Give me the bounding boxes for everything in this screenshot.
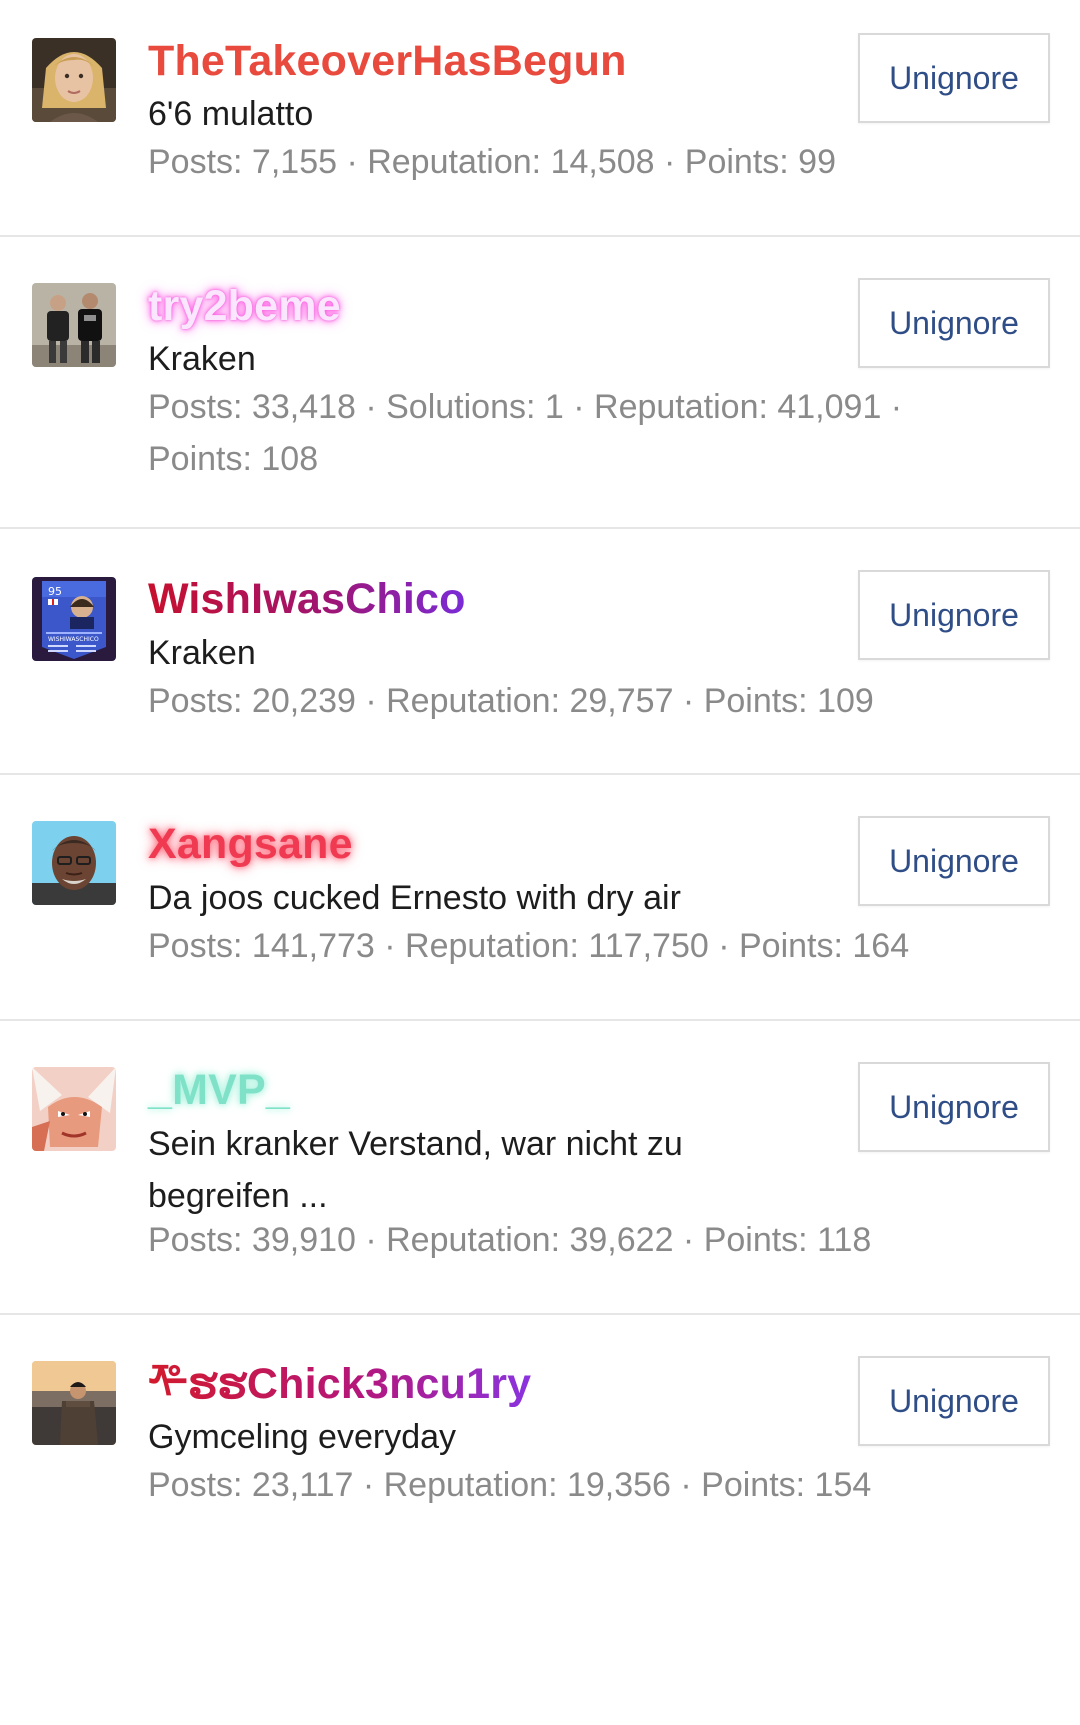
username-link[interactable]: WishIwasChico	[148, 574, 466, 624]
username-link[interactable]: TheTakeoverHasBegun	[148, 36, 627, 86]
user-title: Kraken	[148, 634, 256, 672]
svg-text:95: 95	[48, 585, 62, 598]
avatar[interactable]	[32, 283, 116, 367]
svg-text:WISHIWASCHICO: WISHIWASCHICO	[48, 636, 99, 643]
user-stats: Posts: 23,117 · Reputation: 19,356 · Poi…	[148, 1466, 872, 1504]
user-stats-line: Posts: 33,418 · Solutions: 1 · Reputatio…	[148, 388, 903, 426]
user-stats-line: Points: 108	[148, 440, 319, 478]
unignore-button[interactable]: Unignore	[858, 278, 1050, 368]
avatar-fifa-card-icon: 95 WISHIWASCHICO	[32, 577, 116, 661]
avatar[interactable]	[32, 821, 116, 905]
user-title: Da joos cucked Ernesto with dry air	[148, 879, 681, 917]
avatar[interactable]	[32, 38, 116, 122]
list-item: TheTakeoverHasBegun 6'6 mulatto Posts: 7…	[0, 0, 1080, 237]
user-title: 6'6 mulatto	[148, 95, 314, 133]
user-stats: Posts: 7,155 · Reputation: 14,508 · Poin…	[148, 143, 836, 181]
avatar-older-man-icon	[32, 821, 116, 905]
user-stats: Posts: 33,418 · Solutions: 1 · Reputatio…	[148, 381, 978, 485]
list-item: _MVP_ Sein kranker Verstand, war nicht z…	[0, 1021, 1080, 1315]
unignore-button[interactable]: Unignore	[858, 570, 1050, 660]
avatar-two-men-icon	[32, 283, 116, 367]
user-title: Sein kranker Verstand, war nicht zu begr…	[148, 1125, 683, 1215]
unignore-button[interactable]: Unignore	[858, 1356, 1050, 1446]
unignore-button[interactable]: Unignore	[858, 33, 1050, 123]
username-link[interactable]: _MVP_	[148, 1065, 290, 1115]
avatar-anime-character-icon	[32, 1067, 116, 1151]
list-item: 95 WISHIWASCHICO WishIwasChico Kraken Po…	[0, 529, 1080, 775]
user-title: Gymceling everyday	[148, 1418, 457, 1456]
user-stats: Posts: 141,773 · Reputation: 117,750 · P…	[148, 927, 910, 965]
username-link[interactable]: try2beme	[148, 281, 341, 331]
user-stats: Posts: 20,239 · Reputation: 29,757 · Poi…	[148, 682, 874, 720]
avatar-blonde-woman-icon	[32, 38, 116, 122]
avatar[interactable]	[32, 1067, 116, 1151]
list-item: ᢝຮຮChick3ncu1ry Gymceling everyday Posts…	[0, 1315, 1080, 1725]
list-item: try2beme Kraken Posts: 33,418 · Solution…	[0, 237, 1080, 529]
unignore-button[interactable]: Unignore	[858, 816, 1050, 906]
user-title: Kraken	[148, 340, 256, 378]
username-link[interactable]: Xangsane	[148, 819, 353, 869]
avatar[interactable]	[32, 1361, 116, 1445]
user-stats: Posts: 39,910 · Reputation: 39,622 · Poi…	[148, 1221, 872, 1259]
avatar[interactable]: 95 WISHIWASCHICO	[32, 577, 116, 661]
username-link[interactable]: ᢝຮຮChick3ncu1ry	[148, 1359, 531, 1409]
avatar-man-at-sunset-icon	[32, 1361, 116, 1445]
list-item: Xangsane Da joos cucked Ernesto with dry…	[0, 775, 1080, 1021]
unignore-button[interactable]: Unignore	[858, 1062, 1050, 1152]
